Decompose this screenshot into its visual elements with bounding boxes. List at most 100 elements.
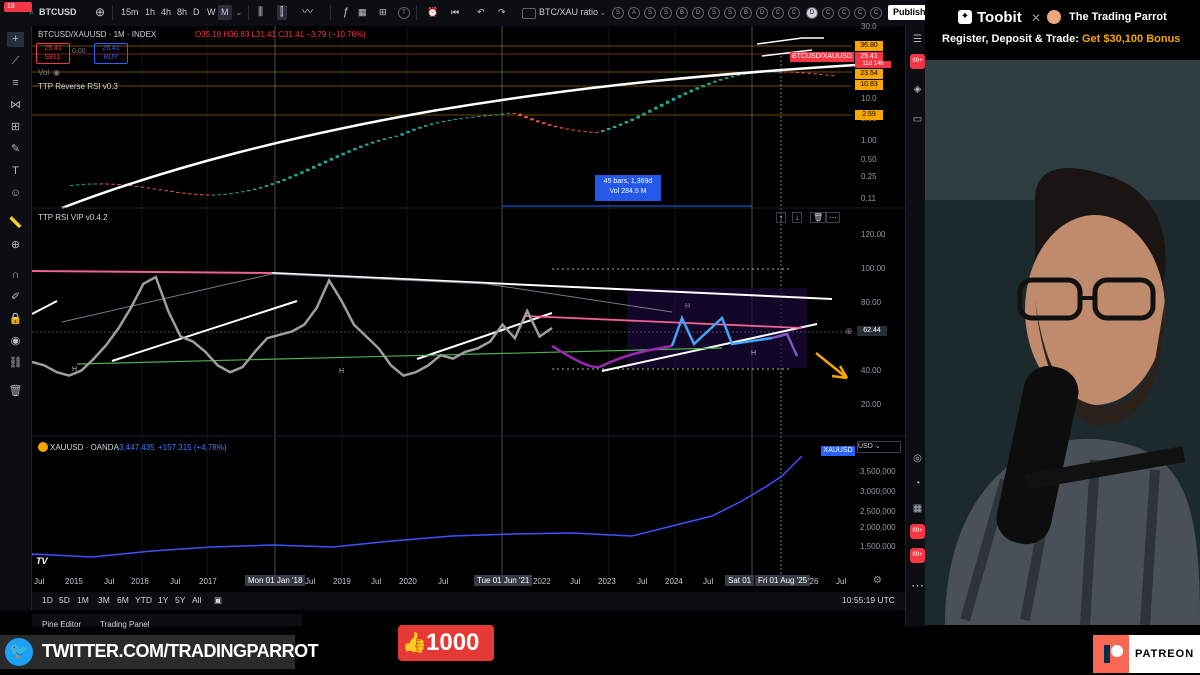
speed-icon[interactable]: ◔ <box>910 476 925 491</box>
replay-icon[interactable]: ⏮ <box>448 5 462 20</box>
script-icon[interactable]: S <box>708 7 720 19</box>
link-icon[interactable]: ⛓ <box>7 356 24 371</box>
text-icon[interactable]: T <box>7 164 24 179</box>
candle <box>730 75 735 78</box>
clock-time[interactable]: 10:55:19 UTC <box>842 595 895 605</box>
more-icon[interactable]: ⋯ <box>910 578 925 593</box>
interval-m[interactable]: M <box>218 5 232 20</box>
range-3m[interactable]: 3M <box>98 595 110 605</box>
interval-w[interactable]: W <box>204 5 219 20</box>
indicators-icon[interactable]: ƒ <box>340 5 352 20</box>
fib-icon[interactable]: ≡ <box>7 76 24 91</box>
settings-icon[interactable]: ⚙ <box>873 575 882 586</box>
alert-clock-icon[interactable]: ⏰ <box>424 5 441 20</box>
script-icon[interactable]: D <box>756 7 768 19</box>
candle <box>618 123 623 126</box>
script-icon[interactable]: S <box>660 7 672 19</box>
currency-select[interactable]: USD ⌄ <box>857 441 901 453</box>
chart-area[interactable] <box>31 26 905 610</box>
script-icon[interactable]: B <box>740 7 752 19</box>
buy-button[interactable]: 25.41 BUY <box>94 43 128 64</box>
templates-icon[interactable]: ▦ <box>355 5 370 20</box>
price-tag: 23.54 <box>855 69 883 79</box>
symbol-search-button[interactable]: BTCUSD <box>36 5 80 20</box>
tab-trading-panel[interactable]: Trading Panel <box>100 620 150 629</box>
script-icon[interactable]: C <box>838 7 850 19</box>
zoom-icon[interactable]: ⊕ <box>7 238 24 253</box>
range-5y[interactable]: 5Y <box>175 595 185 605</box>
ruler-icon[interactable]: 📏 <box>7 216 24 231</box>
publish-button[interactable]: Publish <box>888 5 926 20</box>
range-1d[interactable]: 1D <box>42 595 53 605</box>
trash-icon[interactable]: 🗑 <box>7 384 24 399</box>
interval-dropdown-icon[interactable]: ⌄ <box>232 5 246 20</box>
projection-icon[interactable]: ⊞ <box>7 120 24 135</box>
brush-icon[interactable]: ✎ <box>7 142 24 157</box>
alert-icon[interactable]: T <box>398 7 410 19</box>
script-icon[interactable]: A <box>628 7 640 19</box>
script-icon-active[interactable]: D <box>806 7 818 19</box>
script-icon[interactable]: S <box>612 7 624 19</box>
candle <box>311 166 316 169</box>
calendar-icon[interactable]: ▣ <box>214 595 222 606</box>
move-down-icon[interactable]: ↓ <box>792 212 802 223</box>
notification-badge[interactable]: 99+ <box>910 54 925 69</box>
eye-icon[interactable]: ◉ <box>53 68 60 77</box>
script-icon[interactable]: C <box>772 7 784 19</box>
script-icon[interactable]: S <box>644 7 656 19</box>
eye-icon[interactable]: ◉ <box>7 334 24 349</box>
script-icon[interactable]: B <box>676 7 688 19</box>
range-1y[interactable]: 1Y <box>158 595 168 605</box>
chat-icon[interactable]: ▭ <box>910 112 925 127</box>
interval-d[interactable]: D <box>190 5 203 20</box>
range-5d[interactable]: 5D <box>59 595 70 605</box>
add-symbol-icon[interactable]: ⊕ <box>92 5 108 20</box>
bar-chart-icon[interactable]: ⫼ <box>255 5 266 20</box>
compare-symbol-label[interactable]: BTC/XAU ratio <box>536 5 601 20</box>
interval-1h[interactable]: 1h <box>142 5 158 20</box>
range-ytd[interactable]: YTD <box>135 595 152 605</box>
undo-icon[interactable]: ↶ <box>474 5 488 20</box>
interval-4h[interactable]: 4h <box>158 5 174 20</box>
pattern-icon[interactable]: ⋈ <box>7 98 24 113</box>
script-icon[interactable]: C <box>822 7 834 19</box>
line-chart-icon[interactable]: 〰 <box>299 5 316 20</box>
add-alert-icon[interactable]: ⊕ <box>845 326 855 336</box>
trendline-icon[interactable]: ⟋ <box>7 54 24 69</box>
script-icon[interactable]: S <box>724 7 736 19</box>
range-6m[interactable]: 6M <box>117 595 129 605</box>
more-icon[interactable]: ⋯ <box>826 212 840 223</box>
layout-checkbox-icon[interactable] <box>522 8 536 19</box>
range-1m[interactable]: 1M <box>77 595 89 605</box>
move-up-icon[interactable]: ↑ <box>776 212 786 223</box>
redo-icon[interactable]: ↷ <box>495 5 509 20</box>
compare-dropdown-icon[interactable]: ⌄ <box>596 5 610 20</box>
interval-15m[interactable]: 15m <box>118 5 142 20</box>
crosshair-icon[interactable]: + <box>7 32 24 47</box>
target-icon[interactable]: ◎ <box>910 451 925 466</box>
calendar-icon[interactable]: ▦ <box>910 501 925 516</box>
notification-badge[interactable]: 99+ <box>910 524 925 539</box>
x-tick: Jul <box>305 577 316 586</box>
candle-chart-icon[interactable]: ⫿ <box>277 5 287 20</box>
script-icon[interactable]: C <box>870 7 882 19</box>
watchlist-icon[interactable]: ☰ <box>910 32 925 47</box>
delete-icon[interactable]: 🗑 <box>810 212 827 223</box>
script-icon[interactable]: D <box>692 7 704 19</box>
script-icon[interactable]: C <box>788 7 800 19</box>
magnet-icon[interactable]: ∩ <box>7 268 24 283</box>
stay-drawing-icon[interactable]: ✐ <box>7 290 24 305</box>
range-all[interactable]: All <box>192 595 201 605</box>
compare-icon[interactable]: ⊞ <box>376 5 390 20</box>
sell-button[interactable]: 25.41 SELL <box>36 43 70 64</box>
candle <box>465 117 469 119</box>
tab-pine-editor[interactable]: Pine Editor <box>42 620 81 629</box>
emoji-icon[interactable]: ☺ <box>7 186 24 201</box>
script-icon[interactable]: C <box>854 7 866 19</box>
candle <box>606 128 611 131</box>
candle <box>483 115 487 117</box>
lock-icon[interactable]: 🔒 <box>7 312 24 327</box>
interval-8h[interactable]: 8h <box>174 5 190 20</box>
notification-badge[interactable]: 99+ <box>910 548 925 563</box>
layers-icon[interactable]: ◈ <box>910 82 925 97</box>
